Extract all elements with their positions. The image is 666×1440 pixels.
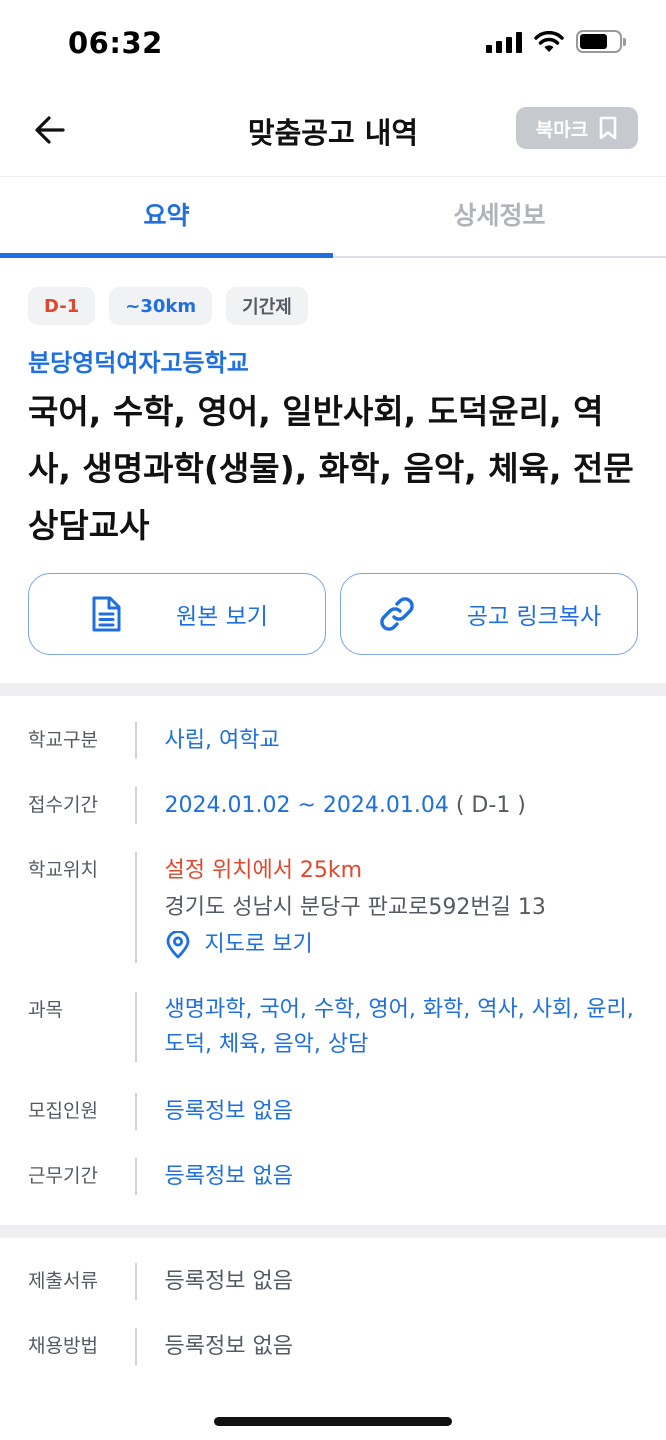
recruit-count-value: 등록정보 없음 (164, 1099, 293, 1124)
info-label: 모집인원 (28, 1100, 98, 1122)
link-icon (377, 594, 417, 634)
section-divider (0, 683, 666, 696)
battery-icon (576, 30, 626, 53)
school-type-value: 사립, 여학교 (164, 728, 280, 753)
tag-chips: D-1 ~30km 기간제 (28, 287, 308, 325)
tab-details[interactable]: 상세정보 (333, 177, 666, 256)
info-row-school-type: 학교구분 사립, 여학교 (28, 722, 644, 759)
nav-header: 맞춤공고 내역 북마크 (0, 90, 666, 176)
section-divider (0, 1225, 666, 1238)
application-dday: ( D-1 ) (455, 793, 526, 818)
view-map-link[interactable]: 지도로 보기 (165, 926, 645, 963)
copy-link-button[interactable]: 공고 링크복사 (340, 573, 638, 655)
info-row-application-period: 접수기간 2024.01.02 ~ 2024.01.04 ( D-1 ) (28, 787, 644, 824)
info-row-subjects: 과목 생명과학, 국어, 수학, 영어, 화학, 역사, 사회, 윤리, 도덕,… (28, 992, 644, 1062)
info-row-documents: 제출서류 등록정보 없음 (28, 1263, 644, 1300)
map-pin-icon (166, 930, 189, 958)
info-label: 접수기간 (28, 794, 98, 816)
status-time: 06:32 (68, 26, 163, 60)
view-map-label: 지도로 보기 (204, 932, 313, 957)
application-period-dates: 2024.01.02 ~ 2024.01.04 (164, 793, 449, 818)
school-name: 분당영덕여자고등학교 (28, 349, 249, 377)
view-original-label: 원본 보기 (176, 604, 268, 630)
tab-summary[interactable]: 요약 (0, 177, 333, 258)
document-icon (86, 594, 126, 634)
bookmark-label: 북마크 (535, 118, 589, 141)
info-label: 학교구분 (28, 729, 98, 751)
bookmark-icon (599, 116, 617, 140)
status-bar: 06:32 (0, 0, 666, 90)
info-label: 과목 (28, 999, 63, 1021)
info-separator (135, 1263, 137, 1300)
info-label: 채용방법 (28, 1335, 98, 1357)
status-icons (486, 30, 626, 53)
info-separator (135, 992, 137, 1062)
bookmark-button[interactable]: 북마크 (516, 107, 638, 149)
contract-type-chip: 기간제 (226, 287, 308, 325)
location-value: 설정 위치에서 25km 경기도 성남시 분당구 판교로592번길 13 지도로… (165, 852, 645, 963)
home-indicator[interactable] (214, 1417, 452, 1426)
dday-chip: D-1 (28, 287, 96, 325)
info-separator (135, 722, 137, 759)
info-label: 근무기간 (28, 1165, 98, 1187)
tab-bar: 요약 상세정보 (0, 176, 666, 258)
info-row-recruit-count: 모집인원 등록정보 없음 (28, 1093, 644, 1130)
info-row-hiring-method: 채용방법 등록정보 없음 (28, 1328, 644, 1365)
location-distance: 설정 위치에서 25km (164, 858, 363, 883)
hiring-method-value: 등록정보 없음 (164, 1334, 293, 1359)
subjects-value: 생명과학, 국어, 수학, 영어, 화학, 역사, 사회, 윤리, 도덕, 체육… (164, 997, 634, 1057)
wifi-icon (534, 30, 564, 52)
info-separator (135, 852, 137, 963)
location-address: 경기도 성남시 분당구 판교로592번길 13 (164, 895, 546, 920)
info-row-work-period: 근무기간 등록정보 없음 (28, 1158, 644, 1195)
job-title: 국어, 수학, 영어, 일반사회, 도덕윤리, 역사, 생명과학(생물), 화학… (28, 392, 634, 545)
info-separator (135, 1328, 137, 1365)
info-separator (135, 1093, 137, 1130)
cellular-signal-icon (486, 31, 522, 53)
documents-value: 등록정보 없음 (164, 1269, 293, 1294)
action-buttons: 원본 보기 공고 링크복사 (28, 573, 638, 655)
info-label: 제출서류 (28, 1270, 98, 1292)
distance-chip: ~30km (109, 287, 213, 325)
info-label: 학교위치 (28, 859, 98, 881)
view-original-button[interactable]: 원본 보기 (28, 573, 326, 655)
info-separator (135, 787, 137, 824)
application-period-value: 2024.01.02 ~ 2024.01.04 ( D-1 ) (165, 787, 645, 824)
copy-link-label: 공고 링크복사 (466, 604, 602, 630)
info-separator (135, 1158, 137, 1195)
info-row-location: 학교위치 설정 위치에서 25km 경기도 성남시 분당구 판교로592번길 1… (28, 852, 644, 963)
work-period-value: 등록정보 없음 (164, 1164, 293, 1189)
